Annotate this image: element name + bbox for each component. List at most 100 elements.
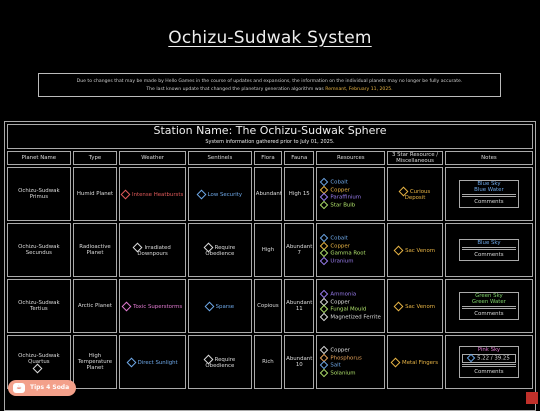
fauna-value: Abundant 7: [286, 244, 313, 256]
resource-item[interactable]: Magnetized Ferrite: [320, 312, 383, 322]
resources-cell: Cobalt Copper Paraffinium Star Bulb: [316, 167, 386, 221]
resource-name: Salt: [330, 362, 341, 369]
sentinels-cell: Sparse: [188, 279, 252, 333]
diamond-icon: [466, 354, 476, 363]
diamond-icon: [320, 312, 329, 321]
resource-item[interactable]: Star Bulb: [320, 200, 383, 210]
corner-widget-icon[interactable]: [526, 392, 538, 404]
resource-item[interactable]: Cobalt: [320, 233, 383, 243]
resource-item[interactable]: Uranium: [320, 256, 383, 266]
notes-sky: Green Sky Green Water: [471, 293, 506, 305]
planet-type-cell: High Temperature Planet: [72, 335, 118, 389]
table-row: Ochizu-Sudwak Secundus Radioactive Planet…: [7, 223, 533, 277]
resource-name: Star Bulb: [330, 202, 356, 208]
notes-box[interactable]: Blue Sky Blue Water Comments: [458, 180, 519, 208]
notes-sky: Pink Sky: [477, 347, 501, 354]
resource-item[interactable]: Fungal Mould: [320, 304, 383, 314]
resource-item[interactable]: Paraffinium: [320, 192, 383, 202]
flora-value: Abundant: [255, 191, 282, 197]
misc-cell: Curious Deposit: [387, 167, 443, 221]
notes-box[interactable]: Blue Sky Comments: [458, 239, 519, 261]
planet-type-cell: Arctic Planet: [72, 279, 118, 333]
diamond-icon: [126, 357, 137, 367]
diamond-icon: [320, 360, 329, 370]
resource-name: Ammonia: [330, 291, 357, 298]
station-subtitle: System information gathered prior to Jul…: [205, 139, 335, 145]
notice-line1: Due to changes that may be made by Hello…: [76, 79, 463, 84]
resource-item[interactable]: Salt: [320, 360, 383, 370]
flora-cell: Rich: [253, 335, 283, 389]
misc-value: Sac Venom: [405, 247, 436, 254]
diamond-icon: [204, 301, 215, 311]
column-header: Notes: [444, 151, 533, 165]
notes-sky: Blue Sky: [477, 240, 501, 246]
notice-line2: The last known update that changed the p…: [146, 87, 393, 92]
diamond-icon: [320, 368, 329, 377]
misc-value: Curious Deposit: [404, 188, 431, 201]
weather-cell: Irradiated Downpours: [119, 223, 187, 277]
column-header: Flora: [253, 151, 283, 165]
planet-type: Arctic Planet: [78, 303, 112, 309]
planet-name: Ochizu-Sudwak Primus: [18, 188, 60, 200]
diamond-icon: [32, 363, 43, 373]
planet-type-cell: Radioactive Planet: [72, 223, 118, 277]
divider: [461, 247, 516, 248]
weather-value: Toxic Superstorms: [133, 303, 183, 310]
resource-name: Paraffinium: [330, 194, 362, 201]
resource-name: Cobalt: [330, 235, 348, 242]
resource-item[interactable]: Copper: [320, 345, 383, 355]
resources-cell: Ammonia Copper Fungal Mould Magnetized Ferr…: [316, 279, 386, 333]
resource-item[interactable]: Copper: [320, 241, 383, 251]
system-table-frame: Station Name: The Ochizu-Sudwak Sphere S…: [4, 121, 536, 411]
page-title: Ochizu-Sudwak System: [168, 28, 372, 48]
tips-button[interactable]: ☕ Tips 4 Soda: [8, 380, 76, 396]
flora-value: Copious: [257, 303, 279, 309]
notes-box[interactable]: Pink Sky 5.22 / 39.25 Comments: [458, 346, 519, 378]
diamond-icon: [320, 177, 329, 187]
diamond-icon: [320, 304, 329, 314]
resource-item[interactable]: Copper: [320, 297, 383, 307]
divider: [461, 308, 516, 309]
sentinels-cell: Require Obedience: [188, 335, 252, 389]
resource-item[interactable]: Cobalt: [320, 177, 383, 187]
column-header: Planet Name: [7, 151, 71, 165]
resource-name: Gamma Root: [330, 250, 366, 257]
notes-label: Comments: [474, 368, 504, 375]
resources-cell: Copper Phosphorus Salt Solanium: [316, 335, 386, 389]
resources-cell: Cobalt Copper Gamma Root Uranium: [316, 223, 386, 277]
resource-item[interactable]: Copper: [320, 185, 383, 195]
resource-item[interactable]: Gamma Root: [320, 248, 383, 258]
flora-cell: Copious: [253, 279, 283, 333]
system-table: Station Name: The Ochizu-Sudwak Sphere S…: [5, 122, 535, 391]
table-row: Ochizu-Sudwak Primus Humid Planet Intense …: [7, 167, 533, 221]
diamond-icon: [120, 189, 131, 199]
resource-name: Fungal Mould: [330, 306, 367, 313]
column-header: Fauna: [284, 151, 315, 165]
diamond-icon: [390, 357, 401, 367]
resource-item[interactable]: Ammonia: [320, 289, 383, 299]
divider: [461, 365, 516, 367]
coffee-cup-icon: ☕: [13, 383, 25, 393]
notes-label: Comments: [474, 311, 504, 317]
resource-name: Magnetized Ferrite: [330, 314, 381, 320]
update-notice: Due to changes that may be made by Hello…: [38, 73, 501, 97]
planet-name: Ochizu-Sudwak Quartus: [18, 352, 60, 365]
resource-item[interactable]: Phosphorus: [320, 353, 383, 363]
resource-name: Cobalt: [330, 179, 348, 186]
notice-update-link[interactable]: Remnant, February 11, 2025.: [325, 87, 392, 92]
diamond-icon: [320, 289, 329, 299]
station-title: Station Name: The Ochizu-Sudwak Sphere: [153, 124, 387, 137]
resource-item[interactable]: Solanium: [320, 368, 383, 378]
planet-name-cell: Ochizu-Sudwak Secundus: [7, 223, 71, 277]
weather-cell: Direct Sunlight: [119, 335, 187, 389]
planet-type: Humid Planet: [76, 191, 114, 197]
flora-cell: Abundant: [253, 167, 283, 221]
table-row: Ochizu-Sudwak Tertius Arctic Planet Toxic …: [7, 279, 533, 333]
notes-box[interactable]: Green Sky Green Water Comments: [458, 292, 519, 320]
planet-name: Ochizu-Sudwak Secundus: [18, 244, 60, 256]
flora-value: High: [261, 247, 275, 253]
flora-cell: High: [253, 223, 283, 277]
column-header: Resources: [316, 151, 386, 165]
fauna-cell: Abundant 7: [284, 223, 315, 277]
weather-value: Intense Heatbursts: [132, 191, 184, 198]
